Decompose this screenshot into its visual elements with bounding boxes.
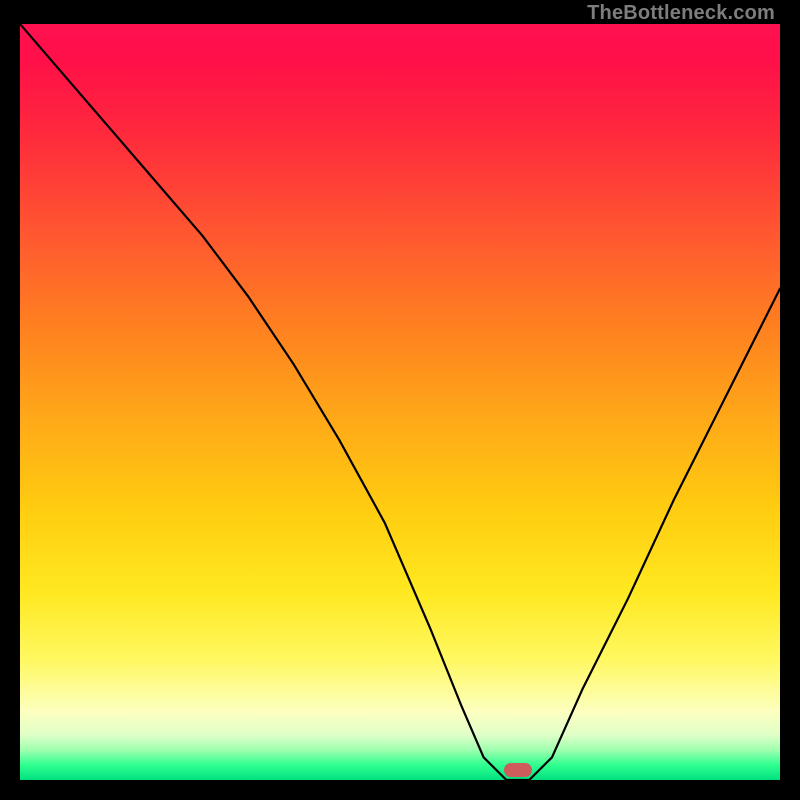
chart-container: TheBottleneck.com <box>0 0 800 800</box>
optimal-marker <box>504 763 532 777</box>
bottleneck-curve <box>20 24 780 780</box>
watermark: TheBottleneck.com <box>587 2 775 25</box>
plot-area <box>20 24 780 780</box>
